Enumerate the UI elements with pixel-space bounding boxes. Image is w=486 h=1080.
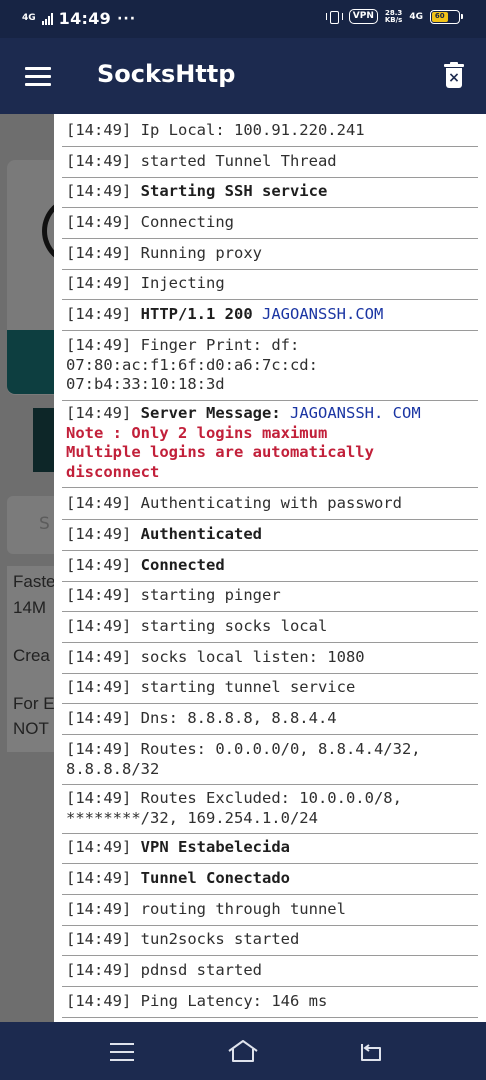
background-text: 14M <box>13 598 47 617</box>
network-type-right: 4G <box>409 11 423 22</box>
app-title: SocksHttp <box>97 60 236 88</box>
log-entry: [14:49] Routes Excluded: 10.0.0.0/8, ****… <box>62 784 478 834</box>
speed-unit: KB/s <box>384 15 403 24</box>
log-entry: [14:49] Running proxy <box>62 239 478 270</box>
network-type: 4G <box>22 13 36 23</box>
log-entry: [14:49] Finger Print: df: 07:80:ac:f1:6f:… <box>62 331 478 401</box>
navigation-bar <box>0 1022 486 1080</box>
home-icon[interactable] <box>227 1039 259 1063</box>
log-entry: [14:49] routing through tunnel <box>62 895 478 926</box>
more-notifications-icon: ··· <box>117 10 137 27</box>
background-text: Faste <box>13 572 56 591</box>
log-entry: [14:49] VPN Estabelecida <box>62 833 478 864</box>
battery-icon: 60 <box>430 9 463 24</box>
battery-level: 60 <box>432 11 448 22</box>
recent-apps-icon[interactable] <box>110 1043 134 1061</box>
log-entry: [14:49] Connected <box>62 551 478 582</box>
log-entry: [14:49] socks local listen: 1080 <box>62 643 478 674</box>
log-entry: [14:49] Starting SSH service <box>62 177 478 208</box>
log-panel[interactable]: [14:49] Ip Local: 100.91.220.241 [14:49]… <box>54 114 486 1022</box>
log-entry: [14:49] Injecting <box>62 269 478 300</box>
log-entry: [14:49] Ip Local: 100.91.220.241 <box>62 116 478 147</box>
log-entry: [14:49] Ping Latency: 146 ms <box>62 987 478 1018</box>
log-entry: [14:49] Routes: 0.0.0.0/0, 8.8.4.4/32, 8.… <box>62 735 478 785</box>
log-entry: [14:49] HTTP/1.1 200 JAGOANSSH.COM <box>62 300 478 331</box>
back-icon[interactable] <box>358 1041 384 1063</box>
log-entry: [14:49] starting tunnel service <box>62 673 478 704</box>
trash-clear-icon[interactable]: × <box>444 62 464 88</box>
clock: 14:49 <box>58 9 112 28</box>
log-entry: [14:49] Server Message: JAGOANSSH. COM No… <box>62 399 478 488</box>
background-text: NOT <box>13 719 49 738</box>
vpn-badge: VPN <box>348 9 378 24</box>
background-text: Crea <box>13 646 50 665</box>
log-entry: [14:49] starting socks local <box>62 612 478 643</box>
network-speed: 28.3 KB/s <box>384 9 403 24</box>
log-entry: [14:49] Authenticated <box>62 520 478 551</box>
app-bar: SocksHttp × <box>0 38 486 114</box>
log-entry: [14:49] Connecting <box>62 208 478 239</box>
hamburger-menu-icon[interactable] <box>25 67 51 86</box>
signal-icon <box>41 12 53 25</box>
log-entry: [14:49] started Tunnel Thread <box>62 147 478 178</box>
log-entry: [14:49] Tunnel Conectado <box>62 864 478 895</box>
log-entry: [14:49] tun2socks started <box>62 925 478 956</box>
log-entry: [14:49] Authenticating with password <box>62 489 478 520</box>
status-bar: 4G 14:49 ··· VPN 28.3 KB/s 4G 60 <box>0 0 486 38</box>
vibrate-icon <box>325 10 343 24</box>
log-entry: [14:49] Dns: 8.8.8.8, 8.8.4.4 <box>62 704 478 735</box>
background-text: For E <box>13 694 55 713</box>
log-entry: [14:49] starting pinger <box>62 581 478 612</box>
log-entry: [14:49] pdnsd started <box>62 956 478 987</box>
